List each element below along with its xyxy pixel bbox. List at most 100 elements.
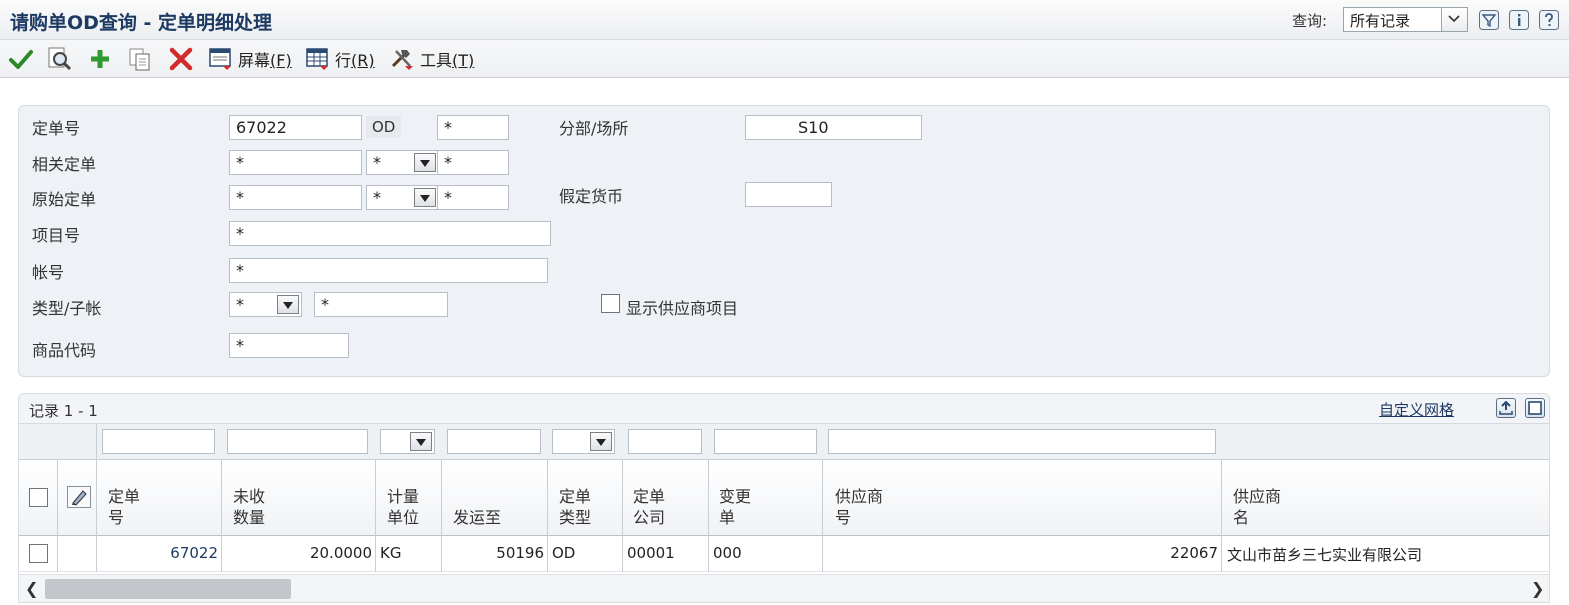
chevron-down-icon[interactable]	[590, 432, 612, 451]
type-select[interactable]: *	[229, 292, 302, 317]
help-icon[interactable]	[1539, 10, 1559, 30]
grid-filter-row	[19, 424, 1549, 460]
search-icon	[48, 47, 72, 71]
original-order-type-value: *	[373, 188, 381, 207]
filter-change-order[interactable]	[714, 429, 817, 454]
filter-open-qty[interactable]	[227, 429, 368, 454]
currency-input[interactable]	[745, 182, 832, 207]
original-order-type-select[interactable]: *	[366, 185, 439, 210]
grid-column-headers: 定单号 未收 数量 计量 单位 发运至 定单 类型 定单 公司 变更单 供应商号 供应商…	[19, 460, 1549, 536]
toolbar: 屏幕(F) 行(R) 工具(T)	[0, 40, 1569, 78]
find-button[interactable]	[46, 46, 74, 72]
tools-icon	[391, 50, 413, 70]
cell-order-company: 00001	[627, 544, 675, 562]
col-header-uom[interactable]: 计量 单位	[387, 486, 419, 528]
related-order-input[interactable]	[229, 150, 362, 175]
original-order-input[interactable]	[229, 185, 362, 210]
cell-order-type: OD	[552, 544, 576, 562]
cell-ship-to: 50196	[496, 544, 544, 562]
chevron-down-icon[interactable]	[410, 432, 432, 451]
show-supplier-items-label: 显示供应商项目	[626, 299, 739, 318]
account-input[interactable]	[229, 258, 548, 283]
chevron-down-icon[interactable]	[414, 153, 436, 172]
branch-input[interactable]	[745, 115, 922, 140]
related-company-input[interactable]	[437, 150, 509, 175]
chevron-down-icon[interactable]	[414, 188, 436, 207]
grid-header-bar: 记录 1 - 1 自定义网格	[19, 394, 1549, 424]
filter-ship-to[interactable]	[447, 429, 541, 454]
order-no-label: 定单号	[32, 119, 81, 138]
branch-label: 分部/场所	[559, 119, 629, 138]
cell-uom: KG	[380, 544, 402, 562]
copy-button[interactable]	[127, 46, 153, 72]
chevron-down-icon[interactable]	[1441, 8, 1467, 31]
screen-menu-key: (F)	[270, 51, 292, 70]
col-header-open-qty[interactable]: 未收 数量	[233, 486, 265, 528]
plus-icon	[91, 50, 109, 68]
related-order-type-select[interactable]: *	[366, 150, 439, 175]
row-edit-icon[interactable]	[67, 486, 91, 508]
currency-label: 假定货币	[559, 187, 624, 206]
tools-menu-label: 工具	[420, 51, 453, 70]
scroll-right-arrow-icon[interactable]: ❯	[1531, 579, 1544, 598]
filter-order-company[interactable]	[628, 429, 702, 454]
copy-icon	[129, 48, 150, 71]
filter-supplier-no[interactable]	[828, 429, 1216, 454]
type-value: *	[236, 295, 244, 314]
order-no-input[interactable]	[229, 115, 362, 140]
select-all-checkbox[interactable]	[29, 488, 48, 507]
sub-account-input[interactable]	[314, 292, 448, 317]
checkmark-icon	[9, 50, 33, 69]
customize-grid-link[interactable]: 自定义网格	[1379, 399, 1454, 420]
export-icon[interactable]	[1496, 398, 1516, 418]
ok-button[interactable]	[8, 46, 34, 72]
row-menu-key: (R)	[351, 51, 375, 70]
commodity-code-input[interactable]	[229, 333, 349, 358]
search-criteria-panel: 定单号 OD 分部/场所 相关定单 * 原始定单 * 假定货币 项目号 帐号 类…	[18, 105, 1550, 377]
record-count: 记录 1 - 1	[29, 402, 98, 420]
screen-menu-label: 屏幕	[238, 51, 271, 70]
info-icon[interactable]	[1509, 10, 1529, 30]
row-menu[interactable]: 行(R)	[305, 46, 375, 72]
chevron-down-icon[interactable]	[277, 295, 299, 314]
table-row[interactable]: 67022 20.0000 KG 50196 OD 00001 000 2206…	[19, 536, 1549, 572]
maximize-icon[interactable]	[1525, 398, 1545, 418]
col-header-supplier-name[interactable]: 供应商名	[1233, 486, 1281, 528]
delete-button[interactable]	[168, 46, 194, 72]
query-select-value: 所有记录	[1350, 12, 1411, 30]
screen-menu[interactable]: 屏幕(F)	[208, 46, 292, 72]
screen-form-icon	[209, 48, 231, 70]
horizontal-scrollbar[interactable]: ❮ ❯	[19, 574, 1549, 602]
col-header-order-company[interactable]: 定单 公司	[633, 486, 665, 528]
add-button[interactable]	[88, 46, 112, 72]
title-bar: 请购单OD查询 - 定单明细处理 查询: 所有记录	[0, 0, 1569, 40]
col-header-change-order[interactable]: 变更单	[719, 486, 751, 528]
related-order-label: 相关定单	[32, 155, 97, 174]
cell-change-order: 000	[713, 544, 742, 562]
tools-menu[interactable]: 工具(T)	[390, 46, 474, 72]
scrollbar-thumb[interactable]	[45, 579, 291, 599]
order-type-tag: OD	[366, 116, 402, 138]
filter-order-no[interactable]	[102, 429, 215, 454]
original-company-input[interactable]	[437, 185, 509, 210]
show-supplier-items-checkbox[interactable]	[601, 294, 620, 313]
item-no-input[interactable]	[229, 221, 551, 246]
filter-uom[interactable]	[380, 429, 435, 454]
row-menu-label: 行	[335, 51, 352, 70]
filter-icon[interactable]	[1479, 10, 1499, 30]
commodity-code-label: 商品代码	[32, 341, 97, 360]
delete-x-icon	[169, 47, 193, 71]
col-header-ship-to[interactable]: 发运至	[453, 507, 501, 528]
col-header-supplier-no[interactable]: 供应商号	[835, 486, 883, 528]
col-header-order-no[interactable]: 定单号	[108, 486, 140, 528]
query-select[interactable]: 所有记录	[1343, 7, 1468, 32]
filter-order-type[interactable]	[552, 429, 615, 454]
tools-menu-key: (T)	[452, 51, 475, 70]
original-order-label: 原始定单	[32, 190, 97, 209]
cell-order-no[interactable]: 67022	[96, 544, 218, 562]
row-select-checkbox[interactable]	[29, 544, 48, 563]
order-company-input[interactable]	[437, 115, 509, 140]
query-label: 查询:	[1292, 12, 1328, 30]
scroll-left-arrow-icon[interactable]: ❮	[25, 579, 38, 598]
col-header-order-type[interactable]: 定单 类型	[559, 486, 591, 528]
